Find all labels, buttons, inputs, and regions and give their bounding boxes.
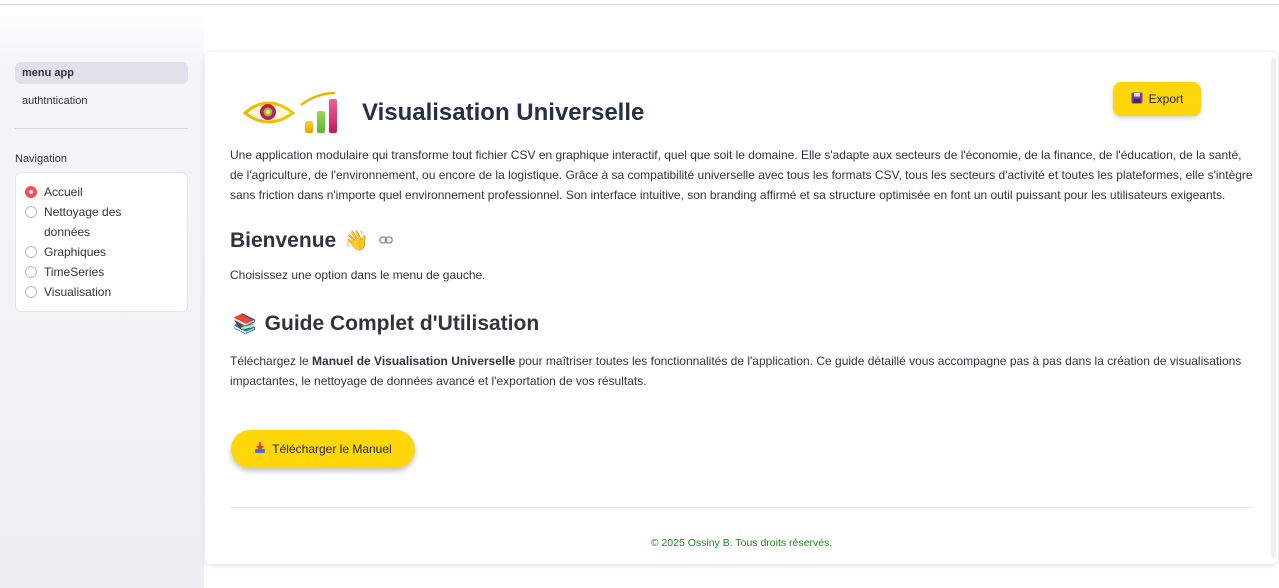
intro-paragraph: Une application modulaire qui transforme…	[230, 148, 1253, 202]
download-manual-button[interactable]: Télécharger le Manuel	[231, 430, 415, 468]
radio-option-label: Graphiques	[44, 245, 107, 259]
radio-option-label: TimeSeries	[44, 265, 105, 279]
radio-checked-icon[interactable]	[25, 186, 37, 198]
download-tray-icon	[254, 441, 266, 457]
anchor-link-icon[interactable]	[379, 233, 393, 248]
radio-unchecked-icon[interactable]	[25, 286, 37, 298]
radio-unchecked-icon[interactable]	[25, 206, 37, 218]
footer-divider	[230, 507, 1253, 508]
radio-unchecked-icon[interactable]	[25, 266, 37, 278]
main-content-card	[205, 52, 1278, 564]
choose-option-text: Choisissez une option dans le menu de ga…	[230, 268, 486, 282]
radio-option-graphiques[interactable]: Graphiques	[25, 242, 179, 262]
navigation-radio-group: Accueil Nettoyage des données Graphiques…	[15, 172, 188, 312]
floppy-disk-icon	[1131, 92, 1143, 107]
guide-text-start: Téléchargez le	[230, 354, 313, 368]
radio-option-timeseries[interactable]: TimeSeries	[25, 262, 179, 282]
radio-option-visualisation[interactable]: Visualisation	[25, 282, 179, 302]
radio-unchecked-icon[interactable]	[25, 246, 37, 258]
guide-heading: 📚 Guide Complet d'Utilisation	[233, 312, 539, 336]
books-icon: 📚	[233, 314, 257, 335]
radio-option-label: Visualisation	[44, 285, 112, 299]
welcome-heading-text: Bienvenue	[230, 228, 337, 252]
sidebar-pages: menu app authtntication	[15, 62, 188, 118]
scrollbar[interactable]	[1271, 58, 1276, 558]
guide-paragraph: Téléchargez le Manuel de Visualisation U…	[230, 351, 1256, 391]
radio-option-nettoyage[interactable]: Nettoyage des données	[25, 202, 179, 242]
radio-option-label: Accueil	[44, 185, 83, 199]
page-title: Visualisation Universelle	[362, 99, 645, 126]
export-button[interactable]: Export	[1113, 82, 1201, 116]
download-manual-label: Télécharger le Manuel	[272, 442, 392, 456]
export-button-label: Export	[1148, 92, 1184, 106]
sidebar-divider	[15, 128, 188, 129]
manual-name: Manuel de Visualisation Universelle	[312, 354, 516, 368]
radio-option-accueil[interactable]: Accueil	[25, 182, 179, 202]
app-logo-eye-chart-icon	[243, 91, 337, 133]
guide-heading-text: Guide Complet d'Utilisation	[264, 312, 540, 335]
waving-hand-icon: 👋	[344, 230, 370, 252]
sidebar-item-authentication[interactable]: authtntication	[15, 90, 188, 112]
welcome-heading: Bienvenue 👋	[230, 228, 393, 253]
sidebar-item-menu-app[interactable]: menu app	[15, 62, 188, 84]
navigation-label: Navigation	[15, 153, 67, 165]
copyright-footer: © 2025 Ossiny B. Tous droits réservés.	[650, 537, 833, 549]
radio-option-label: Nettoyage des données	[44, 205, 122, 239]
